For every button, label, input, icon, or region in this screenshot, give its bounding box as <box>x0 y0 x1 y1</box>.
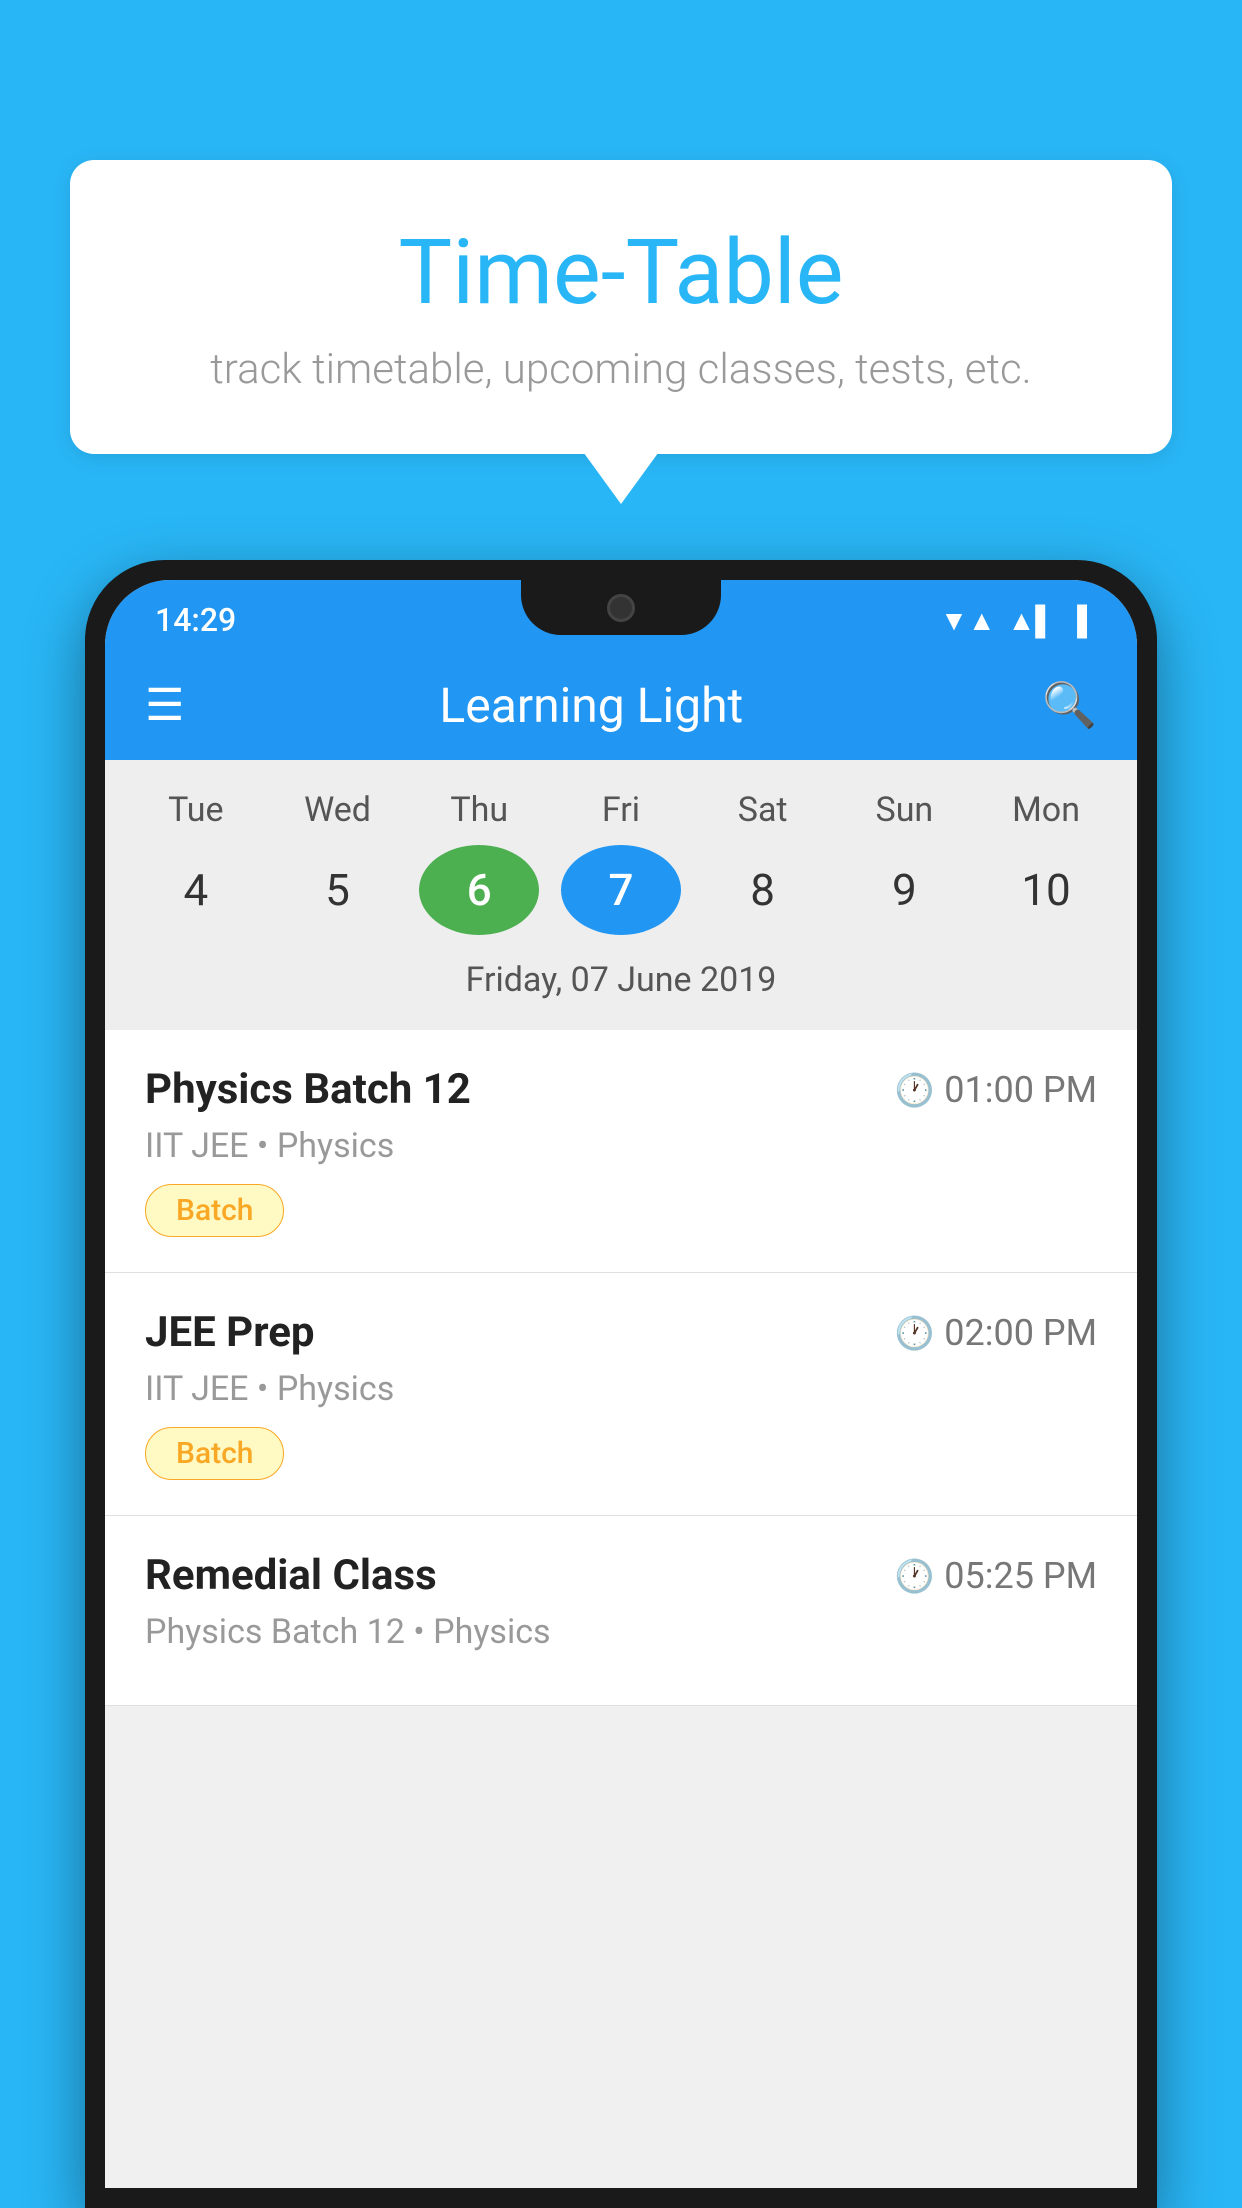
bubble-title: Time-Table <box>150 220 1092 325</box>
camera <box>607 594 635 622</box>
speech-bubble: Time-Table track timetable, upcoming cla… <box>70 160 1172 454</box>
status-time: 14:29 <box>155 601 236 639</box>
class-time-3: 🕐 05:25 PM <box>894 1555 1097 1597</box>
class-subtitle-3: Physics Batch 12 • Physics <box>145 1612 1097 1652</box>
day-label-sat: Sat <box>703 790 823 830</box>
day-numbers: 4 5 6 7 8 9 10 <box>125 845 1117 935</box>
app-title: Learning Light <box>184 677 998 734</box>
batch-tag-1: Batch <box>145 1184 284 1237</box>
day-label-tue: Tue <box>136 790 256 830</box>
menu-icon[interactable]: ☰ <box>145 679 184 731</box>
wifi-icon: ▼▲ <box>940 604 995 637</box>
day-label-mon: Mon <box>986 790 1106 830</box>
class-header-1: Physics Batch 12 🕐 01:00 PM <box>145 1065 1097 1114</box>
day-label-fri: Fri <box>561 790 681 830</box>
day-8[interactable]: 8 <box>703 845 823 935</box>
status-icons: ▼▲ ▲▌ ▐ <box>940 604 1087 637</box>
day-headers: Tue Wed Thu Fri Sat Sun Mon <box>125 790 1117 830</box>
class-time-2: 🕐 02:00 PM <box>894 1312 1097 1354</box>
day-label-wed: Wed <box>278 790 398 830</box>
clock-icon-2: 🕐 <box>894 1314 934 1352</box>
class-item-1[interactable]: Physics Batch 12 🕐 01:00 PM IIT JEE • Ph… <box>105 1030 1137 1273</box>
batch-tag-2: Batch <box>145 1427 284 1480</box>
class-time-1: 🕐 01:00 PM <box>894 1069 1097 1111</box>
clock-icon-3: 🕐 <box>894 1557 934 1595</box>
class-header-3: Remedial Class 🕐 05:25 PM <box>145 1551 1097 1600</box>
battery-icon: ▐ <box>1067 604 1087 637</box>
class-name-1: Physics Batch 12 <box>145 1065 471 1114</box>
class-name-3: Remedial Class <box>145 1551 437 1600</box>
day-6-today[interactable]: 6 <box>419 845 539 935</box>
day-label-sun: Sun <box>844 790 964 830</box>
classes-list: Physics Batch 12 🕐 01:00 PM IIT JEE • Ph… <box>105 1030 1137 1706</box>
day-9[interactable]: 9 <box>844 845 964 935</box>
clock-icon-1: 🕐 <box>894 1071 934 1109</box>
phone-inner: 14:29 ▼▲ ▲▌ ▐ ☰ Learning Light 🔍 Tue Wed… <box>105 580 1137 2188</box>
bubble-subtitle: track timetable, upcoming classes, tests… <box>150 345 1092 394</box>
day-7-selected[interactable]: 7 <box>561 845 681 935</box>
class-subtitle-1: IIT JEE • Physics <box>145 1126 1097 1166</box>
class-subtitle-2: IIT JEE • Physics <box>145 1369 1097 1409</box>
phone-notch <box>521 580 721 635</box>
selected-date-label: Friday, 07 June 2019 <box>125 950 1117 1020</box>
day-label-thu: Thu <box>419 790 539 830</box>
class-item-3[interactable]: Remedial Class 🕐 05:25 PM Physics Batch … <box>105 1516 1137 1706</box>
class-item-2[interactable]: JEE Prep 🕐 02:00 PM IIT JEE • Physics Ba… <box>105 1273 1137 1516</box>
signal-icon: ▲▌ <box>1008 604 1056 637</box>
class-name-2: JEE Prep <box>145 1308 315 1357</box>
speech-bubble-container: Time-Table track timetable, upcoming cla… <box>70 160 1172 454</box>
class-header-2: JEE Prep 🕐 02:00 PM <box>145 1308 1097 1357</box>
app-bar: ☰ Learning Light 🔍 <box>105 650 1137 760</box>
calendar-section: Tue Wed Thu Fri Sat Sun Mon 4 5 6 7 8 9 … <box>105 760 1137 1030</box>
search-icon[interactable]: 🔍 <box>1042 679 1097 731</box>
day-5[interactable]: 5 <box>278 845 398 935</box>
day-10[interactable]: 10 <box>986 845 1106 935</box>
day-4[interactable]: 4 <box>136 845 256 935</box>
phone-frame: 14:29 ▼▲ ▲▌ ▐ ☰ Learning Light 🔍 Tue Wed… <box>85 560 1157 2208</box>
